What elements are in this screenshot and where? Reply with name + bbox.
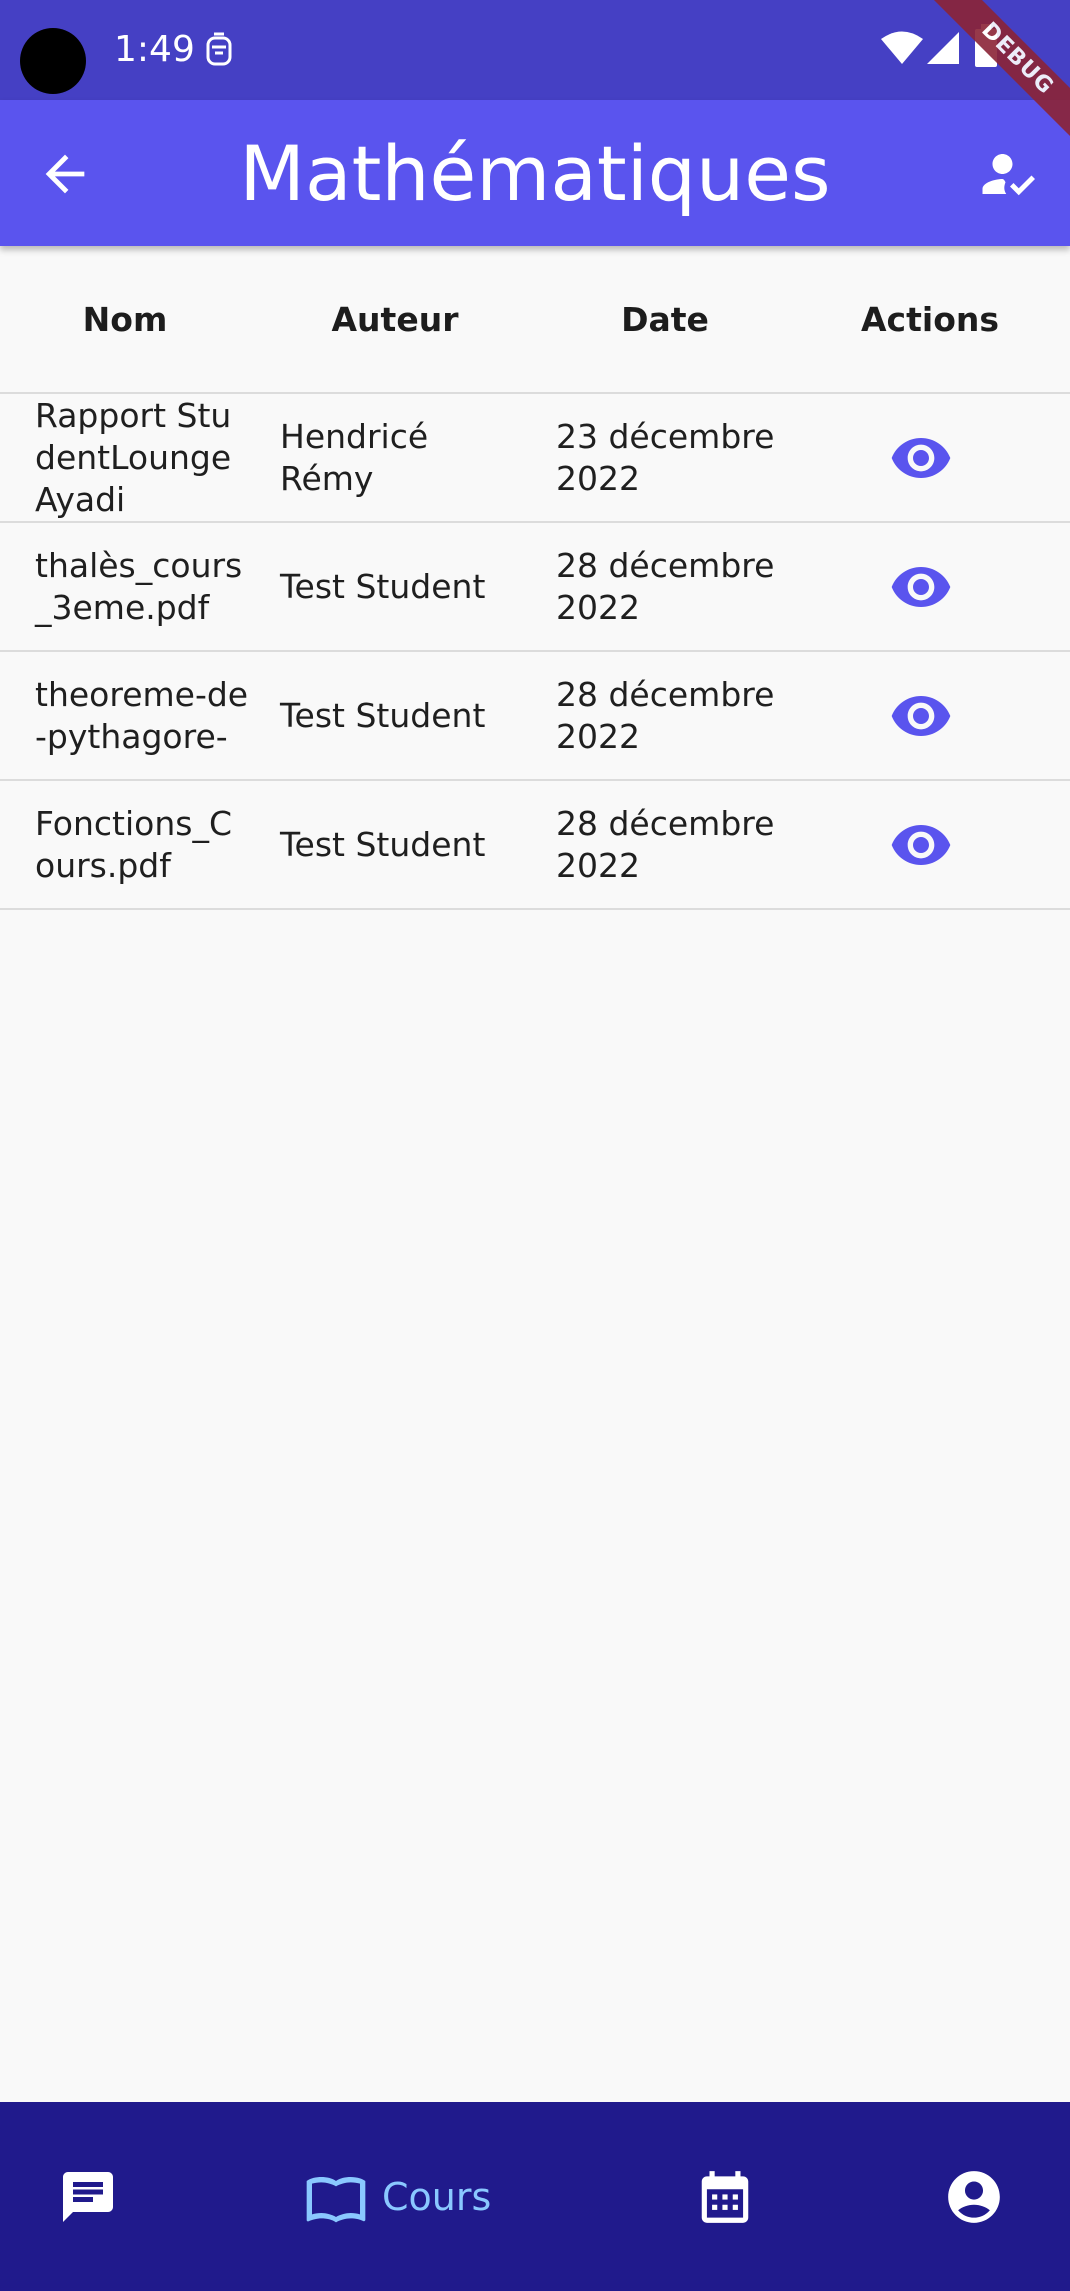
table-row: Rapport StudentLounge Ayadi Hendricé Rém… (0, 394, 1070, 523)
header-nom[interactable]: Nom (0, 246, 250, 392)
table-row: thalès_cours_3eme.pdf Test Student 28 dé… (0, 523, 1070, 652)
cell-actions (781, 523, 1061, 650)
book-icon (306, 2176, 366, 2222)
status-time: 1:49 (114, 29, 195, 70)
view-eye-icon[interactable] (889, 684, 953, 748)
view-eye-icon[interactable] (889, 426, 953, 490)
table-row: Fonctions_Cours.pdf Test Student 28 déce… (0, 781, 1070, 910)
chat-icon (63, 2171, 113, 2222)
nav-calendar[interactable] (694, 2102, 756, 2291)
view-eye-icon[interactable] (889, 555, 953, 619)
cell-date: 28 décembre 2022 (556, 674, 775, 756)
cell-author: Hendricé Rémy (280, 416, 429, 498)
cell-author: Test Student (280, 566, 486, 606)
header-date[interactable]: Date (540, 246, 790, 392)
cell-author: Test Student (280, 695, 486, 735)
account-icon (948, 2170, 1000, 2223)
cell-date: 28 décembre 2022 (556, 803, 775, 885)
table-row: theoreme-de-pythagore- Test Student 28 d… (0, 652, 1070, 781)
cell-actions (781, 394, 1061, 521)
cell-date: 28 décembre 2022 (556, 545, 775, 627)
cell-name: theoreme-de-pythagore- (35, 674, 249, 756)
table-header: Nom Auteur Date Actions (0, 246, 1070, 394)
nav-chat[interactable] (58, 2102, 118, 2291)
debug-banner: DEBUG (910, 0, 1070, 160)
nav-cours[interactable]: Cours (304, 2102, 491, 2291)
cell-name: thalès_cours_3eme.pdf (35, 545, 243, 627)
bottom-navigation: Cours (0, 2102, 1070, 2291)
cell-name: Fonctions_Cours.pdf (35, 803, 233, 885)
cell-date: 23 décembre 2022 (556, 416, 775, 498)
nav-account[interactable] (943, 2102, 1005, 2291)
cell-name: Rapport StudentLounge Ayadi (35, 395, 232, 519)
header-actions: Actions (861, 299, 999, 339)
cell-author: Test Student (280, 824, 486, 864)
notification-icon (206, 32, 232, 66)
calendar-icon (701, 2170, 749, 2223)
camera-cutout (20, 28, 86, 94)
cell-actions (781, 781, 1061, 908)
nav-label-cours: Cours (382, 2174, 492, 2219)
cell-actions (781, 652, 1061, 779)
view-eye-icon[interactable] (889, 813, 953, 877)
header-auteur[interactable]: Auteur (250, 246, 540, 392)
courses-table: Nom Auteur Date Actions Rapport StudentL… (0, 246, 1070, 910)
